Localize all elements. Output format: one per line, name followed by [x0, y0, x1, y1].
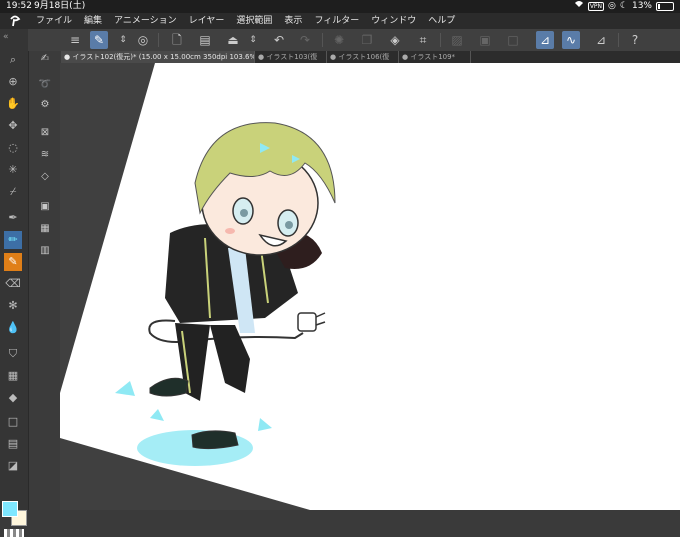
- battery-icon: [656, 2, 674, 11]
- menu-window[interactable]: ウィンドウ: [371, 13, 416, 29]
- menu-edit[interactable]: 編集: [84, 13, 102, 29]
- open-folder-icon[interactable]: ▤: [196, 31, 214, 49]
- eraser-icon[interactable]: ⌫: [4, 275, 22, 293]
- hand-icon[interactable]: ✋: [4, 95, 22, 113]
- move-icon[interactable]: ✥: [4, 117, 22, 135]
- status-right: VPN ◎ ☾ 13%: [574, 0, 674, 13]
- fill-bucket-icon[interactable]: ⛉: [4, 345, 22, 363]
- status-time: 19:52: [6, 1, 32, 11]
- moon-icon: ☾: [619, 1, 628, 11]
- pencil-icon[interactable]: ✏: [4, 231, 22, 249]
- menu-animation[interactable]: アニメーション: [114, 13, 177, 29]
- menu-filter[interactable]: フィルター: [314, 13, 359, 29]
- frame-icon[interactable]: ▤: [4, 435, 22, 453]
- fill-icon[interactable]: ◈: [386, 31, 404, 49]
- pen-pressure-icon[interactable]: ✎: [90, 31, 108, 49]
- subtool-layers-icon[interactable]: ≋: [37, 147, 53, 163]
- canvas-area[interactable]: [60, 63, 680, 510]
- main-color-swatch[interactable]: [2, 501, 18, 517]
- menu-view[interactable]: 表示: [284, 13, 302, 29]
- magic-wand-icon[interactable]: ✳: [4, 161, 22, 179]
- blend-icon[interactable]: 💧: [4, 319, 22, 337]
- copy-icon[interactable]: ❐: [358, 31, 376, 49]
- tab-illust-102[interactable]: ● イラスト102(復元)* (15.00 x 15.00cm 350dpi 1…: [60, 51, 255, 63]
- subtool-stack-icon[interactable]: ◇: [37, 169, 53, 185]
- redo-icon[interactable]: ↷: [296, 31, 314, 49]
- help-icon[interactable]: ?: [626, 31, 644, 49]
- tab-illust-109[interactable]: ● イラスト109*: [398, 51, 471, 63]
- sub-tool-palette: ✍ ➰ ⚙ ⊠ ≋ ◇ ▣ ▦ ▥: [28, 51, 61, 510]
- pen-line-icon[interactable]: ⊿: [592, 31, 610, 49]
- status-date: 9月18日(土): [34, 1, 86, 11]
- subtool-panel-icon[interactable]: ▥: [37, 243, 53, 259]
- lasso-icon[interactable]: ◌: [4, 139, 22, 157]
- collapse-icon[interactable]: «: [3, 32, 9, 42]
- chevron-updown-icon[interactable]: ⇕: [244, 31, 262, 49]
- transparent-color-swatch[interactable]: [4, 529, 24, 537]
- command-bar: ≡ ✎ ⇕ ◎ 🗋 ▤ ⏏ ⇕ ↶ ↷ ✺ ❐ ◈ ⌗ ▨ ▣ □ ⊿ ∿ ⊿ …: [0, 29, 680, 52]
- brush-stroke-icon[interactable]: ∿: [562, 31, 580, 49]
- subtool-settings-icon[interactable]: ⚙: [37, 97, 53, 113]
- status-bar: 19:52 9月18日(土) VPN ◎ ☾ 13%: [0, 0, 680, 13]
- target-icon[interactable]: ◎: [134, 31, 152, 49]
- subtool-navigator-icon[interactable]: ▣: [37, 199, 53, 215]
- invert-icon[interactable]: ▣: [476, 31, 494, 49]
- figure-icon[interactable]: □: [4, 413, 22, 431]
- hamburger-icon[interactable]: ≡: [66, 31, 84, 49]
- new-file-icon[interactable]: 🗋: [168, 31, 186, 49]
- tab-illust-103[interactable]: ● イラスト103(復: [254, 51, 327, 63]
- menu-layer[interactable]: レイヤー: [189, 13, 225, 29]
- tab-illust-106[interactable]: ● イラスト106(復: [326, 51, 399, 63]
- pen-icon[interactable]: ✒: [4, 209, 22, 227]
- subtool-spiral-icon[interactable]: ➰: [37, 77, 53, 93]
- loading-icon[interactable]: ✺: [330, 31, 348, 49]
- app-logo-icon[interactable]: [8, 14, 22, 28]
- decoration-icon[interactable]: ✻: [4, 297, 22, 315]
- paint-icon[interactable]: ◆: [4, 389, 22, 407]
- chevron-updown-icon[interactable]: ⇕: [114, 31, 132, 49]
- magnify-move-icon[interactable]: ⊕: [4, 73, 22, 91]
- ruler-icon[interactable]: ◪: [4, 457, 22, 475]
- subtool-pen-icon[interactable]: ✍: [37, 51, 53, 67]
- lock-rotation-icon: ◎: [608, 1, 616, 11]
- document-tabs: ● イラスト102(復元)* (15.00 x 15.00cm 350dpi 1…: [60, 51, 680, 63]
- eyedropper-icon[interactable]: ⌿: [4, 183, 22, 201]
- border-icon[interactable]: □: [504, 31, 522, 49]
- clear-icon[interactable]: ▨: [448, 31, 466, 49]
- tool-palette: « ⌕ ⊕ ✋ ✥ ◌ ✳ ⌿ ✒ ✏ ✎ ⌫ ✻ 💧 ⛉ ▦ ◆ □ ▤ ◪: [0, 29, 28, 537]
- menu-bar: ファイル 編集 アニメーション レイヤー 選択範囲 表示 フィルター ウィンドウ…: [0, 13, 680, 29]
- vpn-icon: VPN: [587, 2, 605, 11]
- subtool-close-icon[interactable]: ⊠: [37, 125, 53, 141]
- wifi-icon: [574, 0, 584, 13]
- menu-selection[interactable]: 選択範囲: [236, 13, 272, 29]
- crop-icon[interactable]: ⌗: [414, 31, 432, 49]
- battery-percent: 13%: [631, 1, 652, 11]
- menu-file[interactable]: ファイル: [36, 13, 72, 29]
- zoom-icon[interactable]: ⌕: [4, 51, 22, 69]
- menu-list: ファイル 編集 アニメーション レイヤー 選択範囲 表示 フィルター ウィンドウ…: [36, 13, 455, 29]
- vector-ruler-icon[interactable]: ⊿: [536, 31, 554, 49]
- subtool-grid-icon[interactable]: ▦: [37, 221, 53, 237]
- undo-icon[interactable]: ↶: [270, 31, 288, 49]
- brush-icon[interactable]: ✎: [4, 253, 22, 271]
- menu-help[interactable]: ヘルプ: [428, 13, 455, 29]
- export-icon[interactable]: ⏏: [224, 31, 242, 49]
- gradient-icon[interactable]: ▦: [4, 367, 22, 385]
- canvas-artwork[interactable]: [60, 63, 680, 510]
